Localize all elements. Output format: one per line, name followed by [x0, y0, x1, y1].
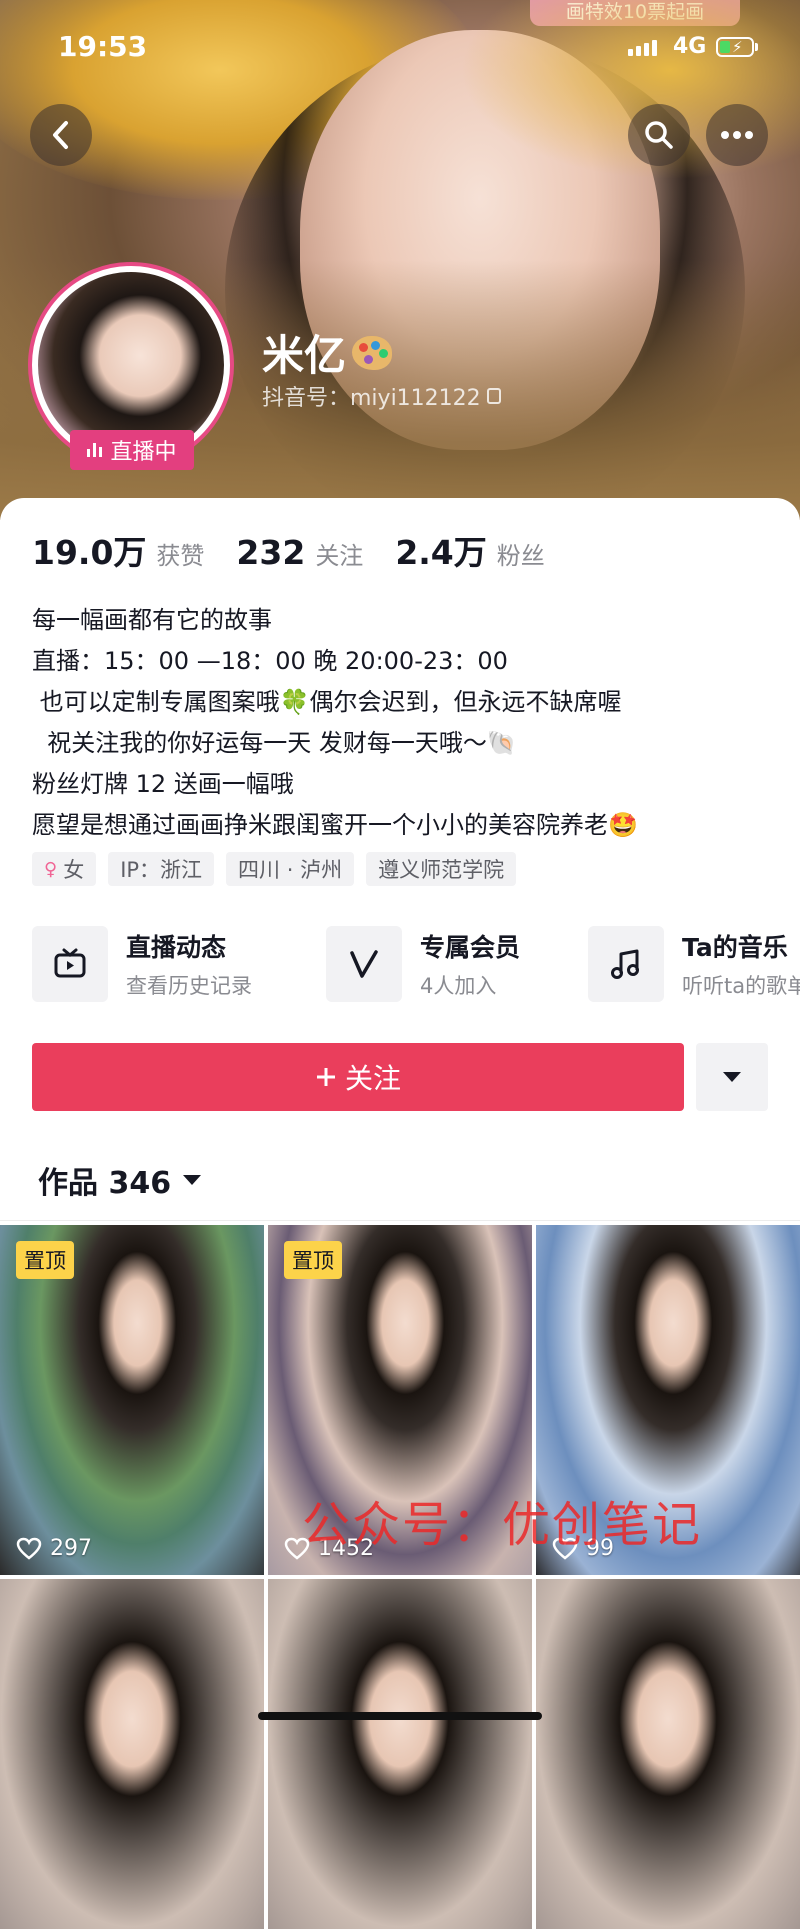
- bio: 每一幅画都有它的故事 直播：15：00 —18：00 晚 20:00-23：00…: [32, 600, 782, 846]
- feature-subtitle: 听听ta的歌单: [682, 974, 800, 998]
- signal-icon: [628, 40, 657, 56]
- tag-gender-label: 女: [63, 858, 85, 882]
- female-icon: ♀: [44, 858, 58, 880]
- palette-icon: [352, 335, 393, 370]
- search-icon: [645, 121, 673, 149]
- stat-following-label[interactable]: 关注: [315, 536, 363, 571]
- music-note-icon: [588, 926, 664, 1002]
- feature-title: 直播动态: [126, 933, 227, 962]
- tag-location: 四川 · 泸州: [226, 852, 355, 886]
- search-button[interactable]: [628, 104, 690, 166]
- tv-icon: [32, 926, 108, 1002]
- works-tab-label: 作品 346: [38, 1166, 172, 1201]
- feature-subtitle: 4人加入: [420, 974, 497, 998]
- feature-row: 直播动态 查看历史记录 专属会员 4人加入 Ta的音乐 听听ta的歌单: [32, 926, 800, 1006]
- bio-line: 也可以定制专属图案哦🍀偶尔会迟到，但永远不缺席喔: [32, 688, 622, 716]
- plus-icon: [316, 1068, 335, 1086]
- bio-line: 愿望是想通过画画挣米跟闺蜜开一个小小的美容院养老🤩: [32, 811, 638, 839]
- home-indicator[interactable]: [258, 1712, 542, 1720]
- status-bar: 19:53 4G ⚡: [0, 0, 800, 90]
- chevron-left-icon: [53, 121, 68, 149]
- caret-down-icon: [723, 1072, 741, 1082]
- status-time: 19:53: [58, 30, 148, 63]
- more-dots-icon: [721, 131, 753, 139]
- divider: [0, 1220, 800, 1221]
- video-thumbnail[interactable]: [536, 1579, 800, 1929]
- back-button[interactable]: [30, 104, 92, 166]
- stat-likes-label[interactable]: 获赞: [156, 536, 204, 571]
- caret-down-icon: [183, 1175, 202, 1185]
- feature-music[interactable]: Ta的音乐 听听ta的歌单: [588, 926, 800, 1002]
- feature-title: 专属会员: [420, 933, 521, 962]
- tag-school[interactable]: 遵义师范学院: [366, 852, 517, 886]
- follow-button[interactable]: 关注: [32, 1043, 684, 1111]
- like-count-value: 297: [50, 1536, 92, 1561]
- pinned-badge: 置顶: [284, 1241, 342, 1279]
- video-thumbnail[interactable]: 置顶 297: [0, 1225, 264, 1575]
- bio-line: 粉丝灯牌 12 送画一幅哦: [32, 770, 294, 798]
- recommend-dropdown-button[interactable]: [696, 1043, 768, 1111]
- copy-icon[interactable]: [486, 388, 501, 404]
- pinned-badge: 置顶: [16, 1241, 74, 1279]
- feature-title: Ta的音乐: [682, 933, 788, 962]
- video-thumbnail[interactable]: [268, 1579, 532, 1929]
- feature-subtitle: 查看历史记录: [126, 974, 252, 998]
- bio-line: 每一幅画都有它的故事: [32, 606, 272, 634]
- stat-followers-value[interactable]: 2.4万: [395, 526, 486, 574]
- network-label: 4G: [673, 34, 707, 59]
- bio-line: 直播：15：00 —18：00 晚 20:00-23：00: [32, 647, 508, 675]
- profile-tags: ♀ 女 IP：浙江 四川 · 泸州 遵义师范学院: [32, 852, 517, 886]
- stat-following-value[interactable]: 232: [236, 533, 305, 572]
- profile-nickname: 米亿: [262, 322, 393, 383]
- feature-membership[interactable]: 专属会员 4人加入: [326, 926, 520, 1002]
- battery-icon: ⚡: [716, 37, 754, 57]
- stat-likes-value[interactable]: 19.0万: [32, 526, 146, 574]
- douyin-id-text: 抖音号：miyi112122: [262, 386, 481, 411]
- tag-gender: ♀ 女: [32, 852, 97, 886]
- heart-icon: [16, 1537, 42, 1560]
- video-thumbnail[interactable]: [0, 1579, 264, 1929]
- tag-ip: IP：浙江: [108, 852, 215, 886]
- douyin-id[interactable]: 抖音号：miyi112122: [262, 380, 501, 412]
- feature-live-history[interactable]: 直播动态 查看历史记录: [32, 926, 252, 1002]
- nickname-text: 米亿: [262, 331, 347, 380]
- live-badge[interactable]: 直播中: [70, 430, 194, 470]
- works-tab[interactable]: 作品 346: [38, 1158, 202, 1202]
- like-count: 297: [16, 1536, 92, 1561]
- follow-button-label: 关注: [344, 1062, 401, 1095]
- v-icon: [326, 926, 402, 1002]
- stat-followers-label[interactable]: 粉丝: [497, 536, 545, 571]
- live-badge-label: 直播中: [110, 440, 177, 465]
- watermark-text: 公众号：优创笔记: [302, 1497, 703, 1553]
- stats-row: 19.0万 获赞 232 关注 2.4万 粉丝: [32, 526, 567, 574]
- live-bars-icon: [87, 443, 103, 457]
- battery-cap: [755, 43, 758, 51]
- more-button[interactable]: [706, 104, 768, 166]
- bio-line: 祝关注我的你好运每一天 发财每一天哦～🐚: [32, 729, 517, 757]
